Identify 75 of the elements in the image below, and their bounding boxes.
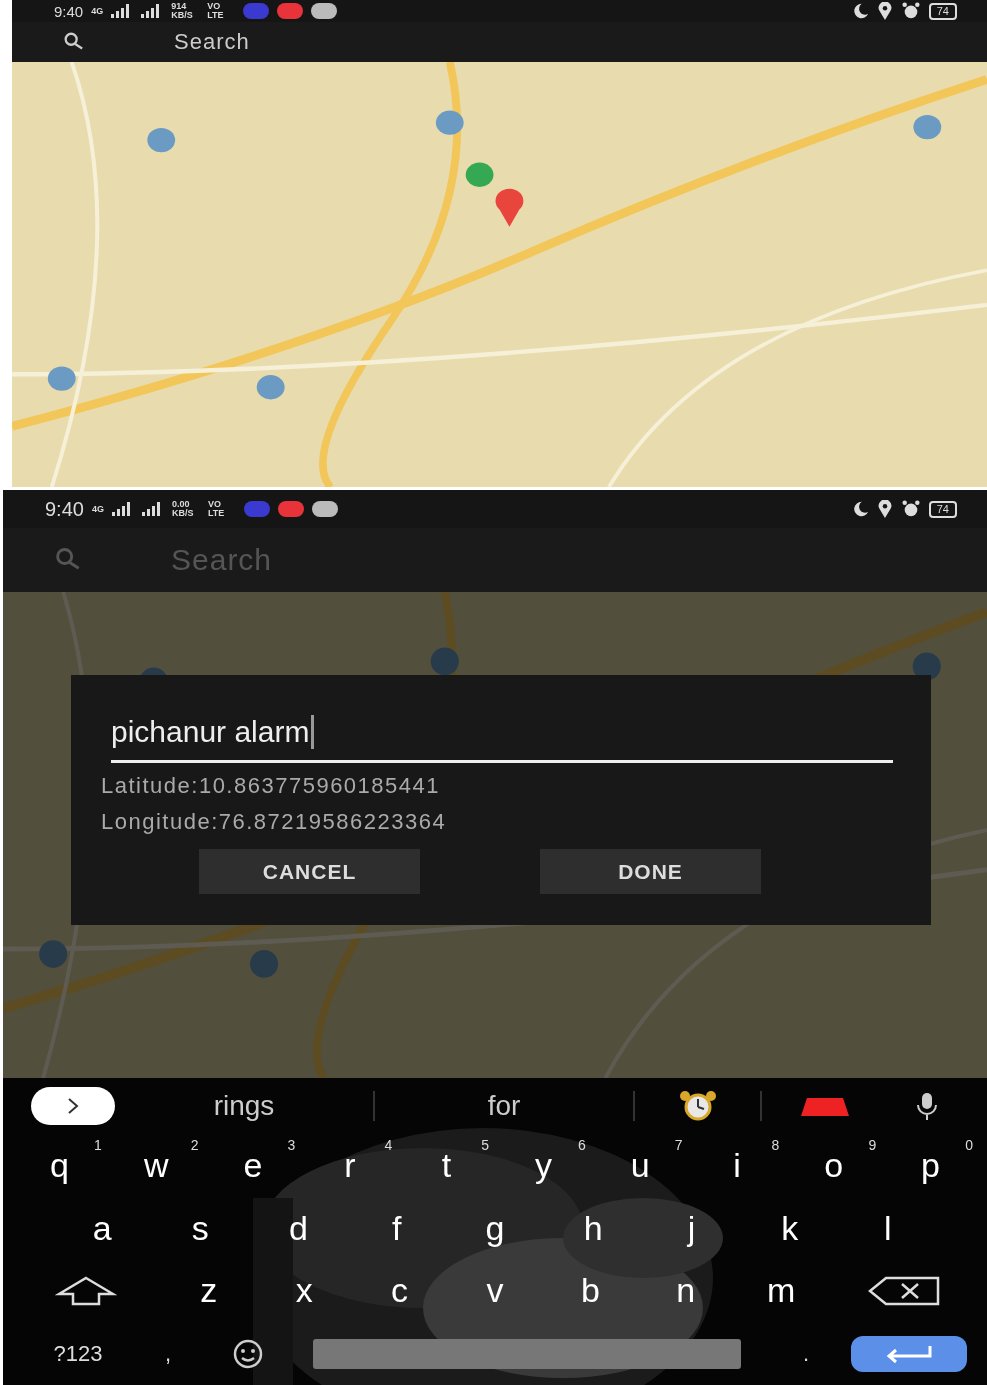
microphone-icon <box>915 1091 939 1121</box>
letter-key[interactable]: o 9 <box>785 1135 883 1196</box>
key-hint: 3 <box>287 1137 296 1154</box>
letter-key[interactable]: i 8 <box>688 1135 786 1196</box>
key-hint: 9 <box>868 1137 877 1154</box>
alarm-icon <box>900 2 921 20</box>
name-input-field[interactable]: pichanur alarm <box>111 703 893 763</box>
letter-key[interactable]: a <box>53 1198 152 1259</box>
data-speed: 0.00 KB/S <box>171 500 195 518</box>
letter-key[interactable]: v <box>447 1260 543 1321</box>
longitude-text: Longitude:76.87219586223364 <box>101 809 448 835</box>
letter-key[interactable]: x <box>256 1260 352 1321</box>
letter-key[interactable]: n <box>638 1260 734 1321</box>
search-field[interactable]: Search <box>174 29 250 55</box>
video-notification-icon <box>277 3 304 19</box>
app-notification-icon <box>243 3 270 19</box>
letter-key[interactable]: s <box>151 1198 250 1259</box>
volte-label: VO LTE <box>207 2 225 20</box>
backspace-icon <box>867 1275 940 1306</box>
shift-icon <box>55 1275 117 1306</box>
key-hint: 2 <box>190 1137 199 1154</box>
key-hint: 5 <box>481 1137 489 1154</box>
letter-key[interactable]: l <box>838 1198 937 1259</box>
message-notification-icon <box>311 3 338 19</box>
smiley-icon <box>233 1338 263 1369</box>
letter-key[interactable]: j <box>642 1198 741 1259</box>
chevron-icon <box>66 1097 80 1115</box>
letter-key[interactable]: g <box>445 1198 545 1259</box>
letter-key[interactable]: b <box>542 1260 639 1321</box>
letter-key[interactable]: q 1 <box>11 1135 108 1196</box>
suggestion[interactable]: rings <box>115 1090 373 1122</box>
network-type: 4G <box>91 6 104 16</box>
enter-key[interactable] <box>851 1335 967 1372</box>
video-notification-icon <box>277 501 304 517</box>
key-hint: 4 <box>384 1137 393 1154</box>
letter-key[interactable]: m <box>733 1260 829 1321</box>
letter-key[interactable]: y 6 <box>495 1135 592 1196</box>
message-notification-icon <box>311 501 338 517</box>
key-hint: 6 <box>578 1137 586 1154</box>
dialog-button[interactable]: DONE <box>540 849 761 894</box>
comma-key[interactable]: , <box>133 1323 203 1384</box>
network-type: 4G <box>91 504 104 514</box>
letter-key[interactable]: w 2 <box>107 1135 205 1196</box>
status-time: 9:40 <box>54 2 84 20</box>
status-time: 9:40 <box>45 497 84 521</box>
expand-toolbar-button[interactable] <box>31 1087 115 1125</box>
dialog-button[interactable]: CANCEL <box>199 849 420 894</box>
latitude-text: Latitude:10.863775960185441 <box>101 773 441 799</box>
letter-key[interactable]: p 0 <box>882 1135 979 1196</box>
letter-key[interactable]: r 4 <box>301 1135 399 1196</box>
letter-key[interactable]: t 5 <box>398 1135 495 1196</box>
battery-level: 74 <box>928 2 957 20</box>
letter-key[interactable]: z <box>161 1260 257 1321</box>
enter-icon <box>884 1343 934 1364</box>
period-key[interactable]: . <box>761 1323 851 1384</box>
alarm-icon <box>900 500 921 518</box>
letter-key[interactable]: c <box>351 1260 448 1321</box>
key-hint: 7 <box>674 1137 683 1154</box>
volte-label: VO LTE <box>207 500 226 518</box>
letter-key[interactable]: u 7 <box>591 1135 689 1196</box>
letter-key[interactable]: e 3 <box>204 1135 302 1196</box>
location-icon <box>876 500 893 518</box>
suggestion[interactable]: for <box>375 1090 633 1122</box>
letter-key[interactable]: k <box>740 1198 839 1259</box>
key-hint: 8 <box>771 1137 780 1154</box>
letter-key[interactable]: d <box>249 1198 348 1259</box>
symbols-key[interactable]: ?123 <box>23 1323 133 1384</box>
key-hint: 1 <box>94 1137 102 1154</box>
letter-key[interactable]: h <box>544 1198 643 1259</box>
letter-key[interactable]: f <box>347 1198 446 1259</box>
key-hint: 0 <box>965 1137 973 1154</box>
app-notification-icon <box>243 501 270 517</box>
battery-level: 74 <box>928 500 957 518</box>
data-speed: 914 KB/S <box>171 2 194 20</box>
space-bar[interactable] <box>313 1338 741 1369</box>
